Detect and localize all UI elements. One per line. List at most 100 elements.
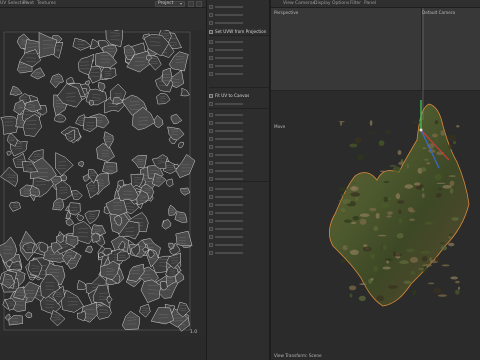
- uv-island[interactable]: [91, 224, 107, 236]
- tool-item[interactable]: [209, 175, 269, 182]
- tool-fit-uv-to-canvas[interactable]: Fit UV to Canvas: [209, 92, 269, 99]
- tool-item[interactable]: [209, 185, 269, 192]
- uv-island[interactable]: [168, 242, 174, 250]
- terrain-model[interactable]: [271, 0, 480, 360]
- tool-item[interactable]: [209, 19, 269, 26]
- uv-island[interactable]: [82, 173, 90, 182]
- layout-icon[interactable]: [188, 1, 194, 7]
- tool-item[interactable]: [209, 70, 269, 77]
- uv-island[interactable]: [180, 87, 190, 97]
- tool-item[interactable]: [209, 241, 269, 248]
- tool-item[interactable]: [209, 167, 269, 174]
- uv-island[interactable]: [7, 133, 18, 147]
- menu-textures[interactable]: Textures: [37, 1, 56, 7]
- uv-island[interactable]: [85, 80, 91, 86]
- project-dropdown[interactable]: Project ▾: [155, 1, 185, 7]
- uv-island[interactable]: [166, 178, 174, 188]
- uv-island[interactable]: [174, 211, 188, 223]
- uv-island[interactable]: [76, 310, 87, 322]
- uv-island[interactable]: [50, 310, 66, 327]
- uv-island[interactable]: [65, 218, 74, 226]
- terrain-detail: [432, 133, 438, 138]
- tool-label: [215, 113, 243, 116]
- tool-item[interactable]: [209, 54, 269, 61]
- uv-island[interactable]: [102, 161, 118, 175]
- settings-icon[interactable]: [196, 1, 202, 7]
- terrain-detail: [350, 192, 361, 197]
- tool-icon: [209, 160, 213, 165]
- uv-island[interactable]: [83, 116, 97, 132]
- tool-item[interactable]: [209, 143, 269, 150]
- terrain-detail: [450, 276, 458, 280]
- tool-item[interactable]: [209, 209, 269, 216]
- tool-item[interactable]: [209, 38, 269, 45]
- uv-island[interactable]: [84, 245, 93, 254]
- tool-item[interactable]: [209, 11, 269, 18]
- tool-icon: [209, 20, 213, 25]
- tool-set-uvw-from-projection[interactable]: Set UVW from Projection: [209, 28, 269, 35]
- terrain-detail: [436, 182, 446, 184]
- uv-island[interactable]: [85, 88, 108, 106]
- terrain-detail: [448, 175, 456, 177]
- uv-island[interactable]: [8, 315, 24, 326]
- terrain-detail: [369, 120, 373, 126]
- tool-label: [215, 121, 243, 124]
- tool-item[interactable]: [209, 3, 269, 10]
- terrain-detail: [456, 125, 460, 128]
- uv-island[interactable]: [175, 154, 196, 179]
- tool-item[interactable]: [209, 159, 269, 166]
- uv-island[interactable]: [78, 161, 84, 168]
- uv-island[interactable]: [30, 67, 46, 80]
- tool-item[interactable]: [209, 127, 269, 134]
- terrain-detail: [438, 187, 442, 190]
- tool-item[interactable]: [209, 201, 269, 208]
- tool-item[interactable]: [209, 225, 269, 232]
- tool-label: [215, 187, 243, 190]
- tool-item[interactable]: [209, 233, 269, 240]
- uv-island[interactable]: [71, 190, 83, 200]
- terrain-detail: [395, 193, 401, 200]
- uv-island[interactable]: [50, 73, 64, 89]
- uv-island[interactable]: [9, 201, 21, 212]
- uv-island[interactable]: [55, 152, 74, 176]
- terrain-detail: [412, 289, 417, 296]
- tool-item[interactable]: [209, 62, 269, 69]
- tool-item[interactable]: [209, 135, 269, 142]
- tool-item[interactable]: [209, 119, 269, 126]
- uv-island[interactable]: [85, 180, 100, 199]
- tool-item[interactable]: [209, 249, 269, 256]
- tool-item[interactable]: [209, 46, 269, 53]
- uv-island[interactable]: [170, 113, 183, 125]
- uv-island[interactable]: [77, 279, 87, 290]
- uv-island[interactable]: [9, 85, 23, 96]
- terrain-detail: [410, 270, 416, 275]
- uv-island[interactable]: [55, 180, 73, 202]
- terrain-detail: [343, 219, 352, 223]
- uv-island[interactable]: [178, 141, 184, 148]
- tool-item[interactable]: [209, 111, 269, 118]
- uv-island[interactable]: [84, 210, 101, 225]
- terrain-detail: [338, 121, 345, 123]
- uv-island[interactable]: [25, 311, 33, 319]
- terrain-detail: [377, 234, 387, 237]
- uv-island[interactable]: [139, 303, 151, 318]
- uv-island[interactable]: [6, 150, 12, 156]
- uv-island[interactable]: [72, 37, 92, 51]
- tool-item[interactable]: [209, 193, 269, 200]
- tool-label: [215, 102, 243, 105]
- uv-island[interactable]: [54, 114, 67, 123]
- menu-pivot[interactable]: Pivot: [23, 1, 34, 7]
- terrain-detail: [397, 200, 405, 204]
- uv-canvas[interactable]: [0, 30, 206, 336]
- uv-island[interactable]: [89, 38, 100, 50]
- uv-island[interactable]: [96, 142, 115, 162]
- uv-island[interactable]: [65, 77, 75, 85]
- tool-item[interactable]: [209, 100, 269, 107]
- tool-item[interactable]: [209, 151, 269, 158]
- uv-island[interactable]: [0, 166, 18, 187]
- tool-item[interactable]: [209, 217, 269, 224]
- uv-island[interactable]: [76, 213, 84, 222]
- uv-island[interactable]: [168, 51, 189, 72]
- uv-island[interactable]: [150, 307, 175, 325]
- uv-island[interactable]: [152, 173, 167, 187]
